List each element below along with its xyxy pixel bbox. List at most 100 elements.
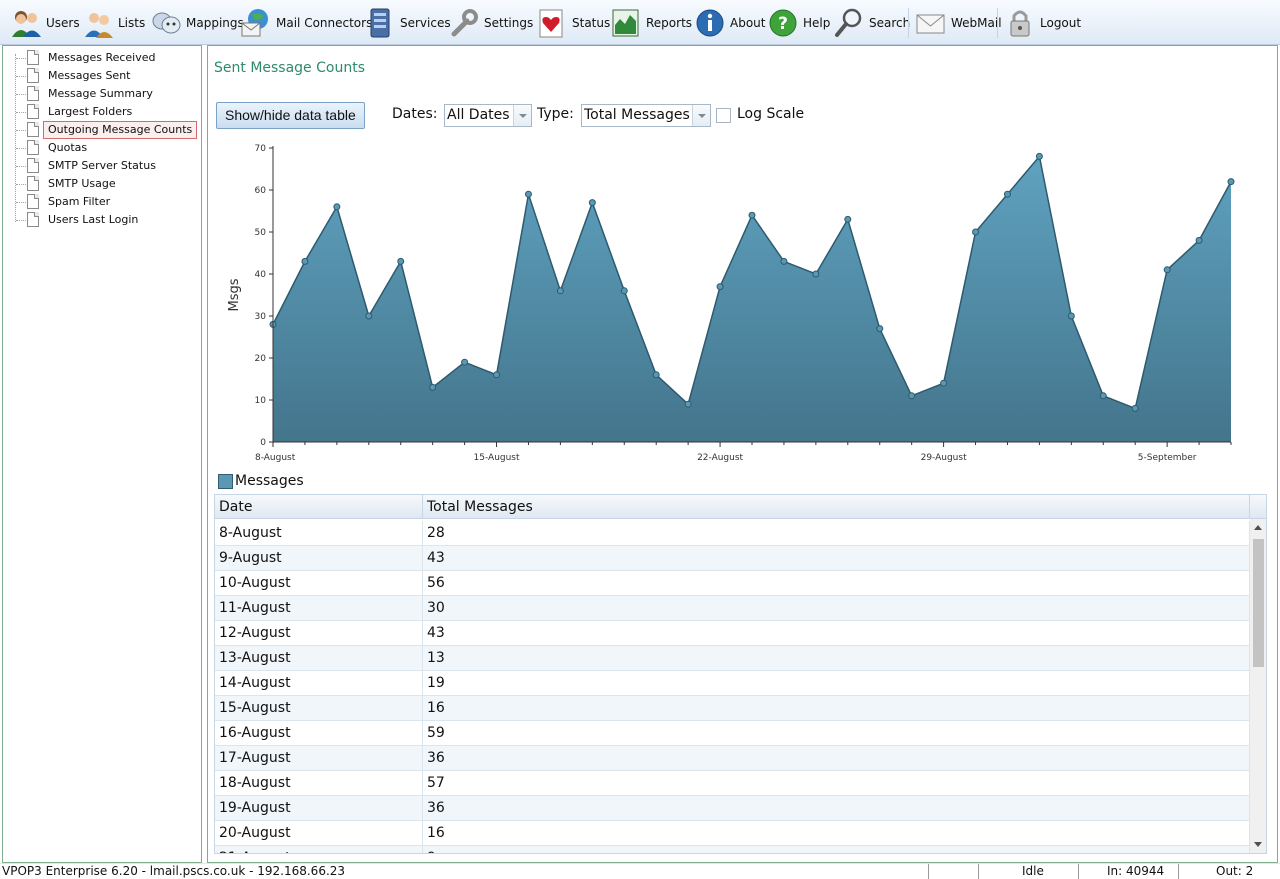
document-icon xyxy=(27,194,39,209)
table-row[interactable]: 15-August 16 xyxy=(215,696,1250,721)
cell-total-messages: 36 xyxy=(423,796,1250,821)
app-window: Users Lists Mappings Mail Connectors Service… xyxy=(0,0,1280,879)
chevron-down-icon[interactable] xyxy=(513,105,531,126)
tree-item-outgoing-message-counts[interactable]: Outgoing Message Counts xyxy=(3,121,199,139)
table-row[interactable]: 21-August9 xyxy=(215,846,1250,853)
cell-date: 11-August xyxy=(215,596,423,621)
toolbar-button-mappings[interactable]: Mappings xyxy=(150,5,244,41)
table-row[interactable]: 9-August 43 xyxy=(215,546,1250,571)
tree-item-largest-folders[interactable]: Largest Folders xyxy=(3,103,199,121)
tree-connector xyxy=(16,112,26,113)
chart-legend: Messages xyxy=(218,472,304,490)
tree-item-smtp-usage[interactable]: SMTP Usage xyxy=(3,175,199,193)
toolbar-button-label: WebMail xyxy=(951,16,1002,30)
tree-item-label: Message Summary xyxy=(48,87,153,100)
cell-total-messages: 30 xyxy=(423,596,1250,621)
data-point xyxy=(1035,152,1043,160)
log-scale-label: Log Scale xyxy=(737,106,805,122)
table-row[interactable]: 8-August 28 xyxy=(215,521,1250,546)
dates-select[interactable]: All Dates xyxy=(444,104,532,127)
cell-date: 14-August xyxy=(215,671,423,696)
cell-total-messages: 57 xyxy=(423,771,1250,796)
table-row[interactable]: 10-August 56 xyxy=(215,571,1250,596)
toolbar-button-search[interactable]: Search xyxy=(833,5,910,41)
scroll-down-icon[interactable] xyxy=(1254,842,1262,847)
x-tick-label: 8-August xyxy=(255,453,296,463)
tree-item-smtp-server-status[interactable]: SMTP Server Status xyxy=(3,157,199,175)
toolbar-button-label: Mappings xyxy=(186,16,244,30)
toolbar-button-status[interactable]: Status xyxy=(536,5,610,41)
cell-date: 15-August xyxy=(215,696,423,721)
tree-connector xyxy=(16,220,26,221)
type-select[interactable]: Total Messages xyxy=(581,104,711,127)
data-point xyxy=(620,287,628,295)
tree-item-message-summary[interactable]: Message Summary xyxy=(3,85,199,103)
table-row[interactable]: 11-August 30 xyxy=(215,596,1250,621)
data-point xyxy=(684,400,692,408)
cell-date: 18-August xyxy=(215,771,423,796)
table-body: 8-August 28 9-August 43 10-August 56 11-August… xyxy=(215,521,1250,853)
status-divider xyxy=(1178,864,1179,879)
status-server-info: VPOP3 Enterprise 6.20 - lmail.pscs.co.uk… xyxy=(2,864,346,878)
y-tick-label: 50 xyxy=(255,228,267,238)
toolbar-button-help[interactable]: ? Help xyxy=(767,5,830,41)
table-scrollbar[interactable] xyxy=(1250,519,1266,853)
table-row[interactable]: 18-August 57 xyxy=(215,771,1250,796)
toolbar-button-reports[interactable]: Reports xyxy=(610,5,692,41)
table-row[interactable]: 16-August 59 xyxy=(215,721,1250,746)
x-tick-label: 5-September xyxy=(1138,453,1197,463)
chart-controls: Show/hide data table Dates: All Dates Ty… xyxy=(216,102,1116,129)
toolbar-button-logout[interactable]: Logout xyxy=(1004,5,1081,41)
data-point xyxy=(461,358,469,366)
toolbar-button-mail-connectors[interactable]: Mail Connectors xyxy=(240,5,372,41)
scroll-up-icon[interactable] xyxy=(1254,525,1262,530)
main-toolbar: Users Lists Mappings Mail Connectors Service… xyxy=(0,0,1280,45)
toolbar-button-webmail[interactable]: WebMail xyxy=(915,5,1002,41)
data-point xyxy=(1099,392,1107,400)
toolbar-button-label: Users xyxy=(46,16,80,30)
cell-total-messages: 16 xyxy=(423,821,1250,846)
masks-icon xyxy=(150,7,182,39)
data-point xyxy=(844,215,852,223)
users-icon xyxy=(10,7,42,39)
table-row[interactable]: 13-August 13 xyxy=(215,646,1250,671)
cell-date: 17-August xyxy=(215,746,423,771)
table-row[interactable]: 12-August 43 xyxy=(215,621,1250,646)
legend-swatch xyxy=(218,473,233,489)
table-row[interactable]: 19-August 36 xyxy=(215,796,1250,821)
tree-item-label: SMTP Usage xyxy=(48,177,116,190)
toolbar-button-users[interactable]: Users xyxy=(10,5,80,41)
table-row[interactable]: 20-August 16 xyxy=(215,821,1250,846)
show-hide-data-table-button[interactable]: Show/hide data table xyxy=(216,102,365,129)
info-icon xyxy=(694,7,726,39)
globe-mail-icon xyxy=(240,7,272,39)
dates-label: Dates: xyxy=(392,106,438,122)
toolbar-button-lists[interactable]: Lists xyxy=(82,5,145,41)
tree-item-users-last-login[interactable]: Users Last Login xyxy=(3,211,199,229)
tree-item-messages-received[interactable]: Messages Received xyxy=(3,49,199,67)
data-point xyxy=(1003,190,1011,198)
table-row[interactable]: 14-August 19 xyxy=(215,671,1250,696)
heart-icon xyxy=(536,7,568,39)
cell-date: 16-August xyxy=(215,721,423,746)
document-icon xyxy=(27,104,39,119)
log-scale-checkbox[interactable] xyxy=(716,108,731,123)
chevron-down-icon[interactable] xyxy=(692,105,710,126)
column-header-total-messages[interactable]: Total Messages xyxy=(423,495,1250,519)
toolbar-button-about[interactable]: About xyxy=(694,5,765,41)
data-point xyxy=(556,287,564,295)
tree-item-quotas[interactable]: Quotas xyxy=(3,139,199,157)
tree-item-spam-filter[interactable]: Spam Filter xyxy=(3,193,199,211)
tree-item-messages-sent[interactable]: Messages Sent xyxy=(3,67,199,85)
toolbar-button-services[interactable]: Services xyxy=(364,5,451,41)
table-row[interactable]: 17-August 36 xyxy=(215,746,1250,771)
y-tick-label: 20 xyxy=(255,354,267,364)
toolbar-button-label: Status xyxy=(572,16,611,30)
toolbar-button-settings[interactable]: Settings xyxy=(448,5,533,41)
column-header-date[interactable]: Date xyxy=(215,495,423,519)
toolbar-button-label: Help xyxy=(803,16,831,30)
scrollbar-thumb[interactable] xyxy=(1253,539,1264,667)
data-point xyxy=(301,257,309,265)
dates-select-value: All Dates xyxy=(447,107,510,123)
status-divider xyxy=(928,864,929,879)
